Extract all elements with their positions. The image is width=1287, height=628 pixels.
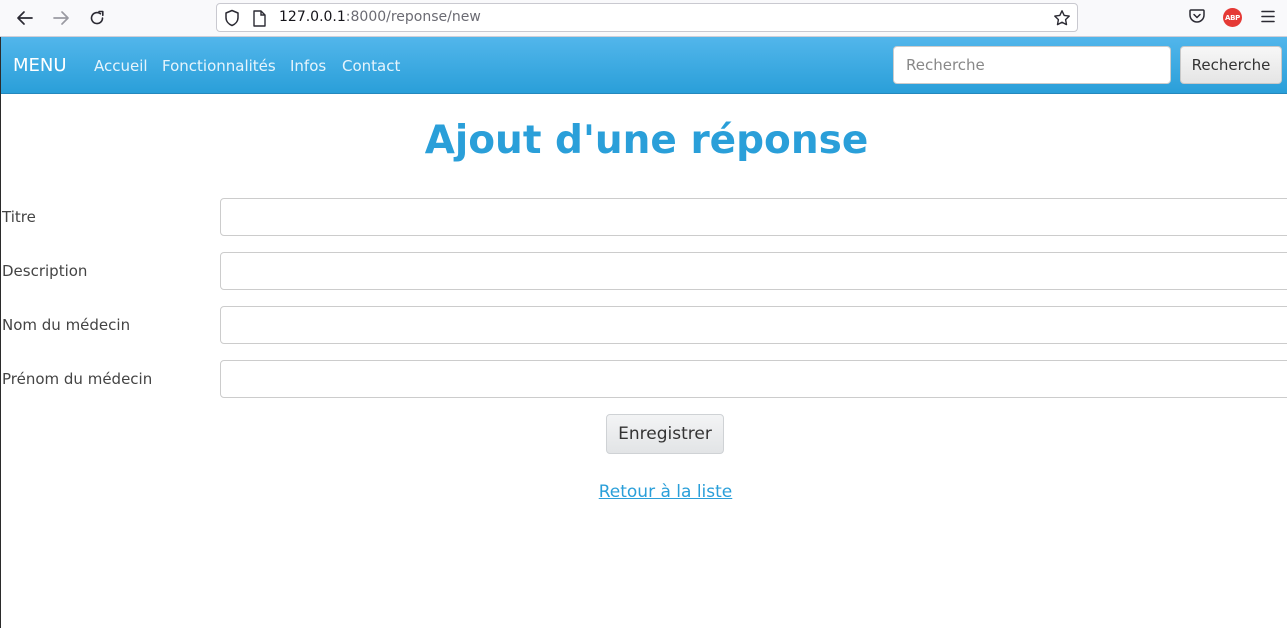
page-title: Ajout d'une réponse bbox=[424, 118, 869, 163]
navbar-brand[interactable]: MENU bbox=[13, 55, 67, 76]
url-text[interactable]: 127.0.0.1:8000/reponse/new bbox=[279, 9, 481, 25]
site-navbar: MENU Accueil Fonctionnalités Infos Conta… bbox=[1, 37, 1287, 94]
description-input[interactable] bbox=[220, 252, 1287, 290]
hamburger-menu-icon[interactable] bbox=[1261, 10, 1275, 23]
url-path: :8000/reponse/new bbox=[345, 9, 481, 25]
back-button[interactable] bbox=[12, 6, 38, 30]
star-icon[interactable] bbox=[1053, 9, 1071, 27]
address-bar[interactable]: 127.0.0.1:8000/reponse/new bbox=[216, 3, 1078, 32]
prenom-medecin-label: Prénom du médecin bbox=[2, 370, 153, 388]
search-input[interactable] bbox=[893, 46, 1171, 84]
back-to-list-link[interactable]: Retour à la liste bbox=[599, 482, 733, 502]
description-label: Description bbox=[2, 262, 88, 280]
titre-label: Titre bbox=[2, 208, 36, 226]
back-link-container: Retour à la liste bbox=[0, 482, 1287, 502]
prenom-medecin-input[interactable] bbox=[220, 360, 1287, 398]
nav-link-fonctionnalites[interactable]: Fonctionnalités bbox=[162, 57, 276, 75]
nav-link-contact[interactable]: Contact bbox=[342, 57, 400, 75]
nav-link-accueil[interactable]: Accueil bbox=[94, 57, 148, 75]
forward-arrow-icon bbox=[53, 11, 69, 25]
nom-medecin-input[interactable] bbox=[220, 306, 1287, 344]
adblock-label: ABP bbox=[1225, 13, 1240, 22]
nav-link-infos[interactable]: Infos bbox=[290, 57, 326, 75]
save-button[interactable]: Enregistrer bbox=[606, 414, 724, 454]
shield-icon[interactable] bbox=[223, 9, 241, 27]
reload-button[interactable] bbox=[84, 6, 110, 30]
pocket-icon[interactable] bbox=[1188, 7, 1206, 25]
adblock-icon[interactable]: ABP bbox=[1223, 8, 1242, 27]
nom-medecin-label: Nom du médecin bbox=[2, 316, 131, 334]
url-host: 127.0.0.1 bbox=[279, 9, 346, 25]
page-icon bbox=[253, 10, 266, 27]
browser-toolbar: 127.0.0.1:8000/reponse/new ABP bbox=[0, 0, 1287, 37]
reload-icon bbox=[90, 10, 104, 25]
forward-button[interactable] bbox=[48, 6, 74, 30]
search-button[interactable]: Recherche bbox=[1180, 46, 1282, 84]
back-arrow-icon bbox=[17, 11, 33, 25]
titre-input[interactable] bbox=[220, 198, 1287, 236]
